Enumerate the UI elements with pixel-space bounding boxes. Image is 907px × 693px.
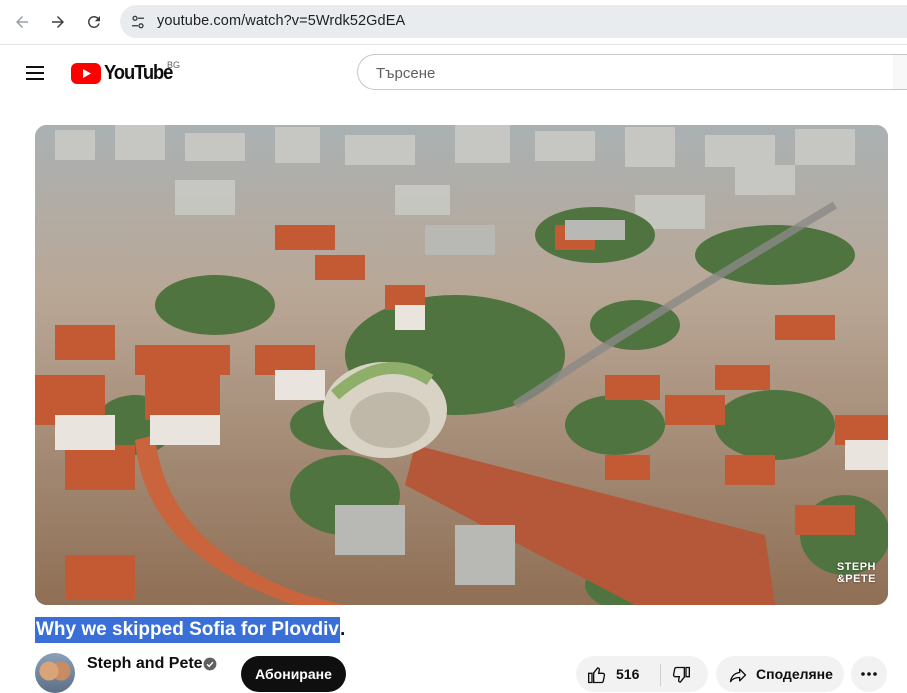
search-input[interactable] <box>374 62 878 84</box>
logo-wordmark: YouTube <box>104 61 173 84</box>
search-box[interactable] <box>357 54 893 90</box>
video-frame-aerial-city <box>35 125 888 605</box>
address-bar[interactable]: youtube.com/watch?v=5Wrdk52GdEA <box>120 5 907 38</box>
more-horizontal-icon <box>861 672 877 676</box>
video-title: Why we skipped Sofia for Plovdiv. <box>35 617 346 643</box>
like-count: 516 <box>616 666 640 682</box>
video-player[interactable]: STEPH &PETE <box>35 125 888 605</box>
more-actions-button[interactable] <box>851 656 887 692</box>
logo-country-code: BG <box>167 60 181 70</box>
youtube-masthead: YouTube BG <box>0 45 907 101</box>
video-title-trailing: . <box>340 619 346 640</box>
tune-icon[interactable] <box>129 13 147 31</box>
browser-toolbar: youtube.com/watch?v=5Wrdk52GdEA <box>0 0 907 45</box>
thumbs-up-icon <box>588 667 606 684</box>
channel-avatar[interactable] <box>35 653 75 693</box>
reload-button[interactable] <box>80 8 108 36</box>
share-arrow-icon <box>729 668 747 683</box>
share-button[interactable]: Споделяне <box>716 656 844 692</box>
hamburger-menu-icon <box>26 66 44 80</box>
thumbs-down-icon <box>672 666 690 683</box>
subscribe-button[interactable]: Абониране <box>241 656 346 692</box>
guide-menu-button[interactable] <box>22 60 50 86</box>
youtube-logo-link[interactable]: YouTube <box>71 60 178 86</box>
watermark-line-1: STEPH <box>836 561 876 573</box>
arrow-left-icon <box>16 16 28 28</box>
watermark-line-2: &PETE <box>836 573 876 585</box>
like-button[interactable]: 516 <box>576 656 660 692</box>
channel-watermark: STEPH &PETE <box>837 561 876 585</box>
reload-icon <box>87 15 100 28</box>
back-button[interactable] <box>8 8 36 36</box>
youtube-play-icon <box>71 62 101 84</box>
like-dislike-group: 516 <box>576 656 708 692</box>
channel-name-link[interactable]: Steph and Pete <box>87 655 203 673</box>
url-text: youtube.com/watch?v=5Wrdk52GdEA <box>157 13 406 29</box>
share-label: Споделяне <box>756 666 833 682</box>
search-button[interactable] <box>893 54 907 90</box>
verified-check-icon <box>203 657 217 671</box>
forward-button[interactable] <box>44 8 72 36</box>
dislike-button[interactable] <box>661 656 708 692</box>
video-title-selected-text: Why we skipped Sofia for Plovdiv <box>35 617 340 643</box>
arrow-right-icon <box>52 16 64 28</box>
